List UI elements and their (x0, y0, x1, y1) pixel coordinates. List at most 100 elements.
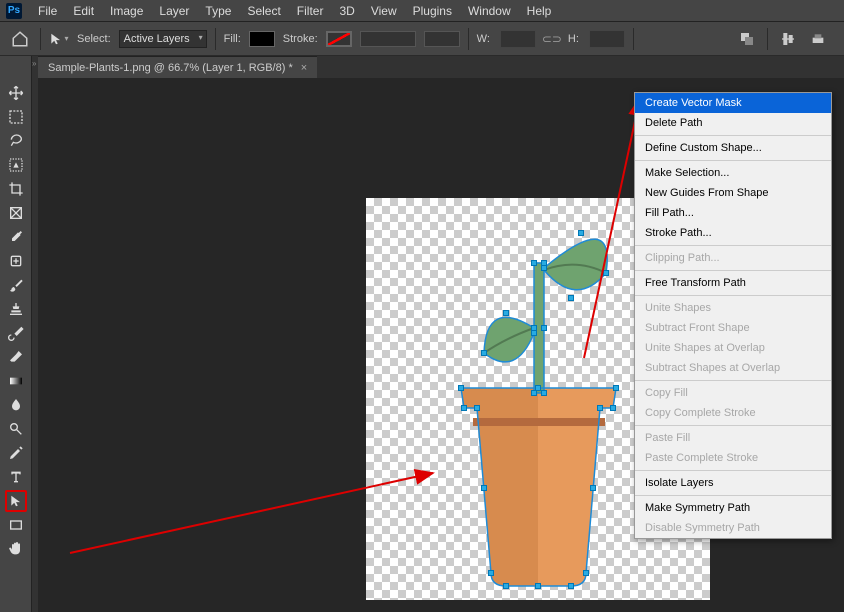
context-menu-item: Copy Fill (635, 383, 831, 403)
history-brush-tool[interactable] (5, 322, 27, 344)
menu-view[interactable]: View (363, 4, 405, 18)
path-anchor-point[interactable] (458, 385, 464, 391)
menu-window[interactable]: Window (460, 4, 519, 18)
gradient-tool[interactable] (5, 370, 27, 392)
context-menu-separator (635, 295, 831, 296)
home-icon[interactable] (8, 27, 32, 51)
context-menu-item[interactable]: Define Custom Shape... (635, 138, 831, 158)
stroke-label: Stroke: (283, 33, 318, 45)
path-anchor-point[interactable] (541, 325, 547, 331)
menu-select[interactable]: Select (239, 4, 288, 18)
type-tool[interactable] (5, 466, 27, 488)
menu-file[interactable]: File (30, 4, 65, 18)
context-menu-item: Unite Shapes at Overlap (635, 338, 831, 358)
lasso-tool[interactable] (5, 130, 27, 152)
document-tab[interactable]: Sample-Plants-1.png @ 66.7% (Layer 1, RG… (38, 56, 317, 78)
path-anchor-point[interactable] (488, 570, 494, 576)
path-anchor-point[interactable] (583, 570, 589, 576)
context-menu-item[interactable]: Fill Path... (635, 203, 831, 223)
context-menu-item[interactable]: Create Vector Mask (635, 93, 831, 113)
context-menu-item[interactable]: Make Symmetry Path (635, 498, 831, 518)
object-selection-tool[interactable] (5, 154, 27, 176)
clone-stamp-tool[interactable] (5, 298, 27, 320)
context-menu-item[interactable]: New Guides From Shape (635, 183, 831, 203)
path-anchor-point[interactable] (503, 583, 509, 589)
dodge-tool[interactable] (5, 418, 27, 440)
stroke-style-dropdown[interactable] (424, 31, 460, 47)
separator (633, 28, 634, 50)
stroke-swatch[interactable] (326, 31, 352, 47)
path-anchor-point[interactable] (481, 485, 487, 491)
path-anchor-point[interactable] (603, 270, 609, 276)
menu-type[interactable]: Type (197, 4, 239, 18)
path-anchor-point[interactable] (461, 405, 467, 411)
context-menu-separator (635, 270, 831, 271)
path-anchor-point[interactable] (590, 485, 596, 491)
context-menu-item: Copy Complete Stroke (635, 403, 831, 423)
select-label: Select: (77, 33, 111, 45)
context-menu-separator (635, 135, 831, 136)
width-label: W: (477, 33, 490, 45)
close-tab-icon[interactable]: × (301, 62, 307, 74)
select-mode-dropdown[interactable]: Active Layers ▾ (119, 30, 207, 48)
stroke-width-field[interactable] (360, 31, 416, 47)
fill-swatch[interactable] (249, 31, 275, 47)
crop-tool[interactable] (5, 178, 27, 200)
path-anchor-point[interactable] (531, 260, 537, 266)
width-field[interactable] (500, 30, 536, 48)
menu-edit[interactable]: Edit (65, 4, 102, 18)
path-anchor-point[interactable] (578, 230, 584, 236)
path-anchor-point[interactable] (503, 310, 509, 316)
link-wh-icon[interactable]: ⊂⊃ (544, 31, 560, 47)
path-anchor-point[interactable] (568, 583, 574, 589)
blur-tool[interactable] (5, 394, 27, 416)
path-anchor-point[interactable] (481, 350, 487, 356)
path-anchor-point[interactable] (597, 405, 603, 411)
frame-tool[interactable] (5, 202, 27, 224)
path-anchor-point[interactable] (541, 265, 547, 271)
menu-layer[interactable]: Layer (151, 4, 197, 18)
separator (215, 28, 216, 50)
hand-tool[interactable] (5, 538, 27, 560)
path-anchor-point[interactable] (531, 330, 537, 336)
path-anchor-point[interactable] (613, 385, 619, 391)
path-selection-tool[interactable] (5, 490, 27, 512)
context-menu-item[interactable]: Isolate Layers (635, 473, 831, 493)
separator (40, 28, 41, 50)
eraser-tool[interactable] (5, 346, 27, 368)
app-logo: Ps (6, 3, 22, 19)
marquee-tool[interactable] (5, 106, 27, 128)
path-anchor-point[interactable] (610, 405, 616, 411)
context-menu-separator (635, 425, 831, 426)
menu-image[interactable]: Image (102, 4, 151, 18)
path-anchor-point[interactable] (531, 390, 537, 396)
path-anchor-point[interactable] (541, 390, 547, 396)
path-anchor-point[interactable] (535, 583, 541, 589)
path-operations-icon[interactable] (737, 29, 757, 49)
context-menu-item: Unite Shapes (635, 298, 831, 318)
context-menu-separator (635, 380, 831, 381)
path-alignment-icon[interactable] (778, 29, 798, 49)
path-arrangement-icon[interactable] (808, 29, 828, 49)
path-selection-indicator-icon: ▾ (49, 29, 69, 49)
menu-help[interactable]: Help (519, 4, 560, 18)
menu-filter[interactable]: Filter (289, 4, 332, 18)
brush-tool[interactable] (5, 274, 27, 296)
rectangle-tool[interactable] (5, 514, 27, 536)
context-menu-item[interactable]: Make Selection... (635, 163, 831, 183)
context-menu-item[interactable]: Free Transform Path (635, 273, 831, 293)
path-anchor-point[interactable] (474, 405, 480, 411)
pen-tool[interactable] (5, 442, 27, 464)
menu-3d[interactable]: 3D (331, 4, 362, 18)
path-anchor-point[interactable] (568, 295, 574, 301)
menubar: Ps FileEditImageLayerTypeSelectFilter3DV… (0, 0, 844, 22)
move-tool[interactable] (5, 82, 27, 104)
height-field[interactable] (589, 30, 625, 48)
menu-plugins[interactable]: Plugins (405, 4, 460, 18)
context-menu-item[interactable]: Stroke Path... (635, 223, 831, 243)
eyedropper-tool[interactable] (5, 226, 27, 248)
context-menu-item: Paste Fill (635, 428, 831, 448)
context-menu-item: Clipping Path... (635, 248, 831, 268)
context-menu-item[interactable]: Delete Path (635, 113, 831, 133)
healing-brush-tool[interactable] (5, 250, 27, 272)
